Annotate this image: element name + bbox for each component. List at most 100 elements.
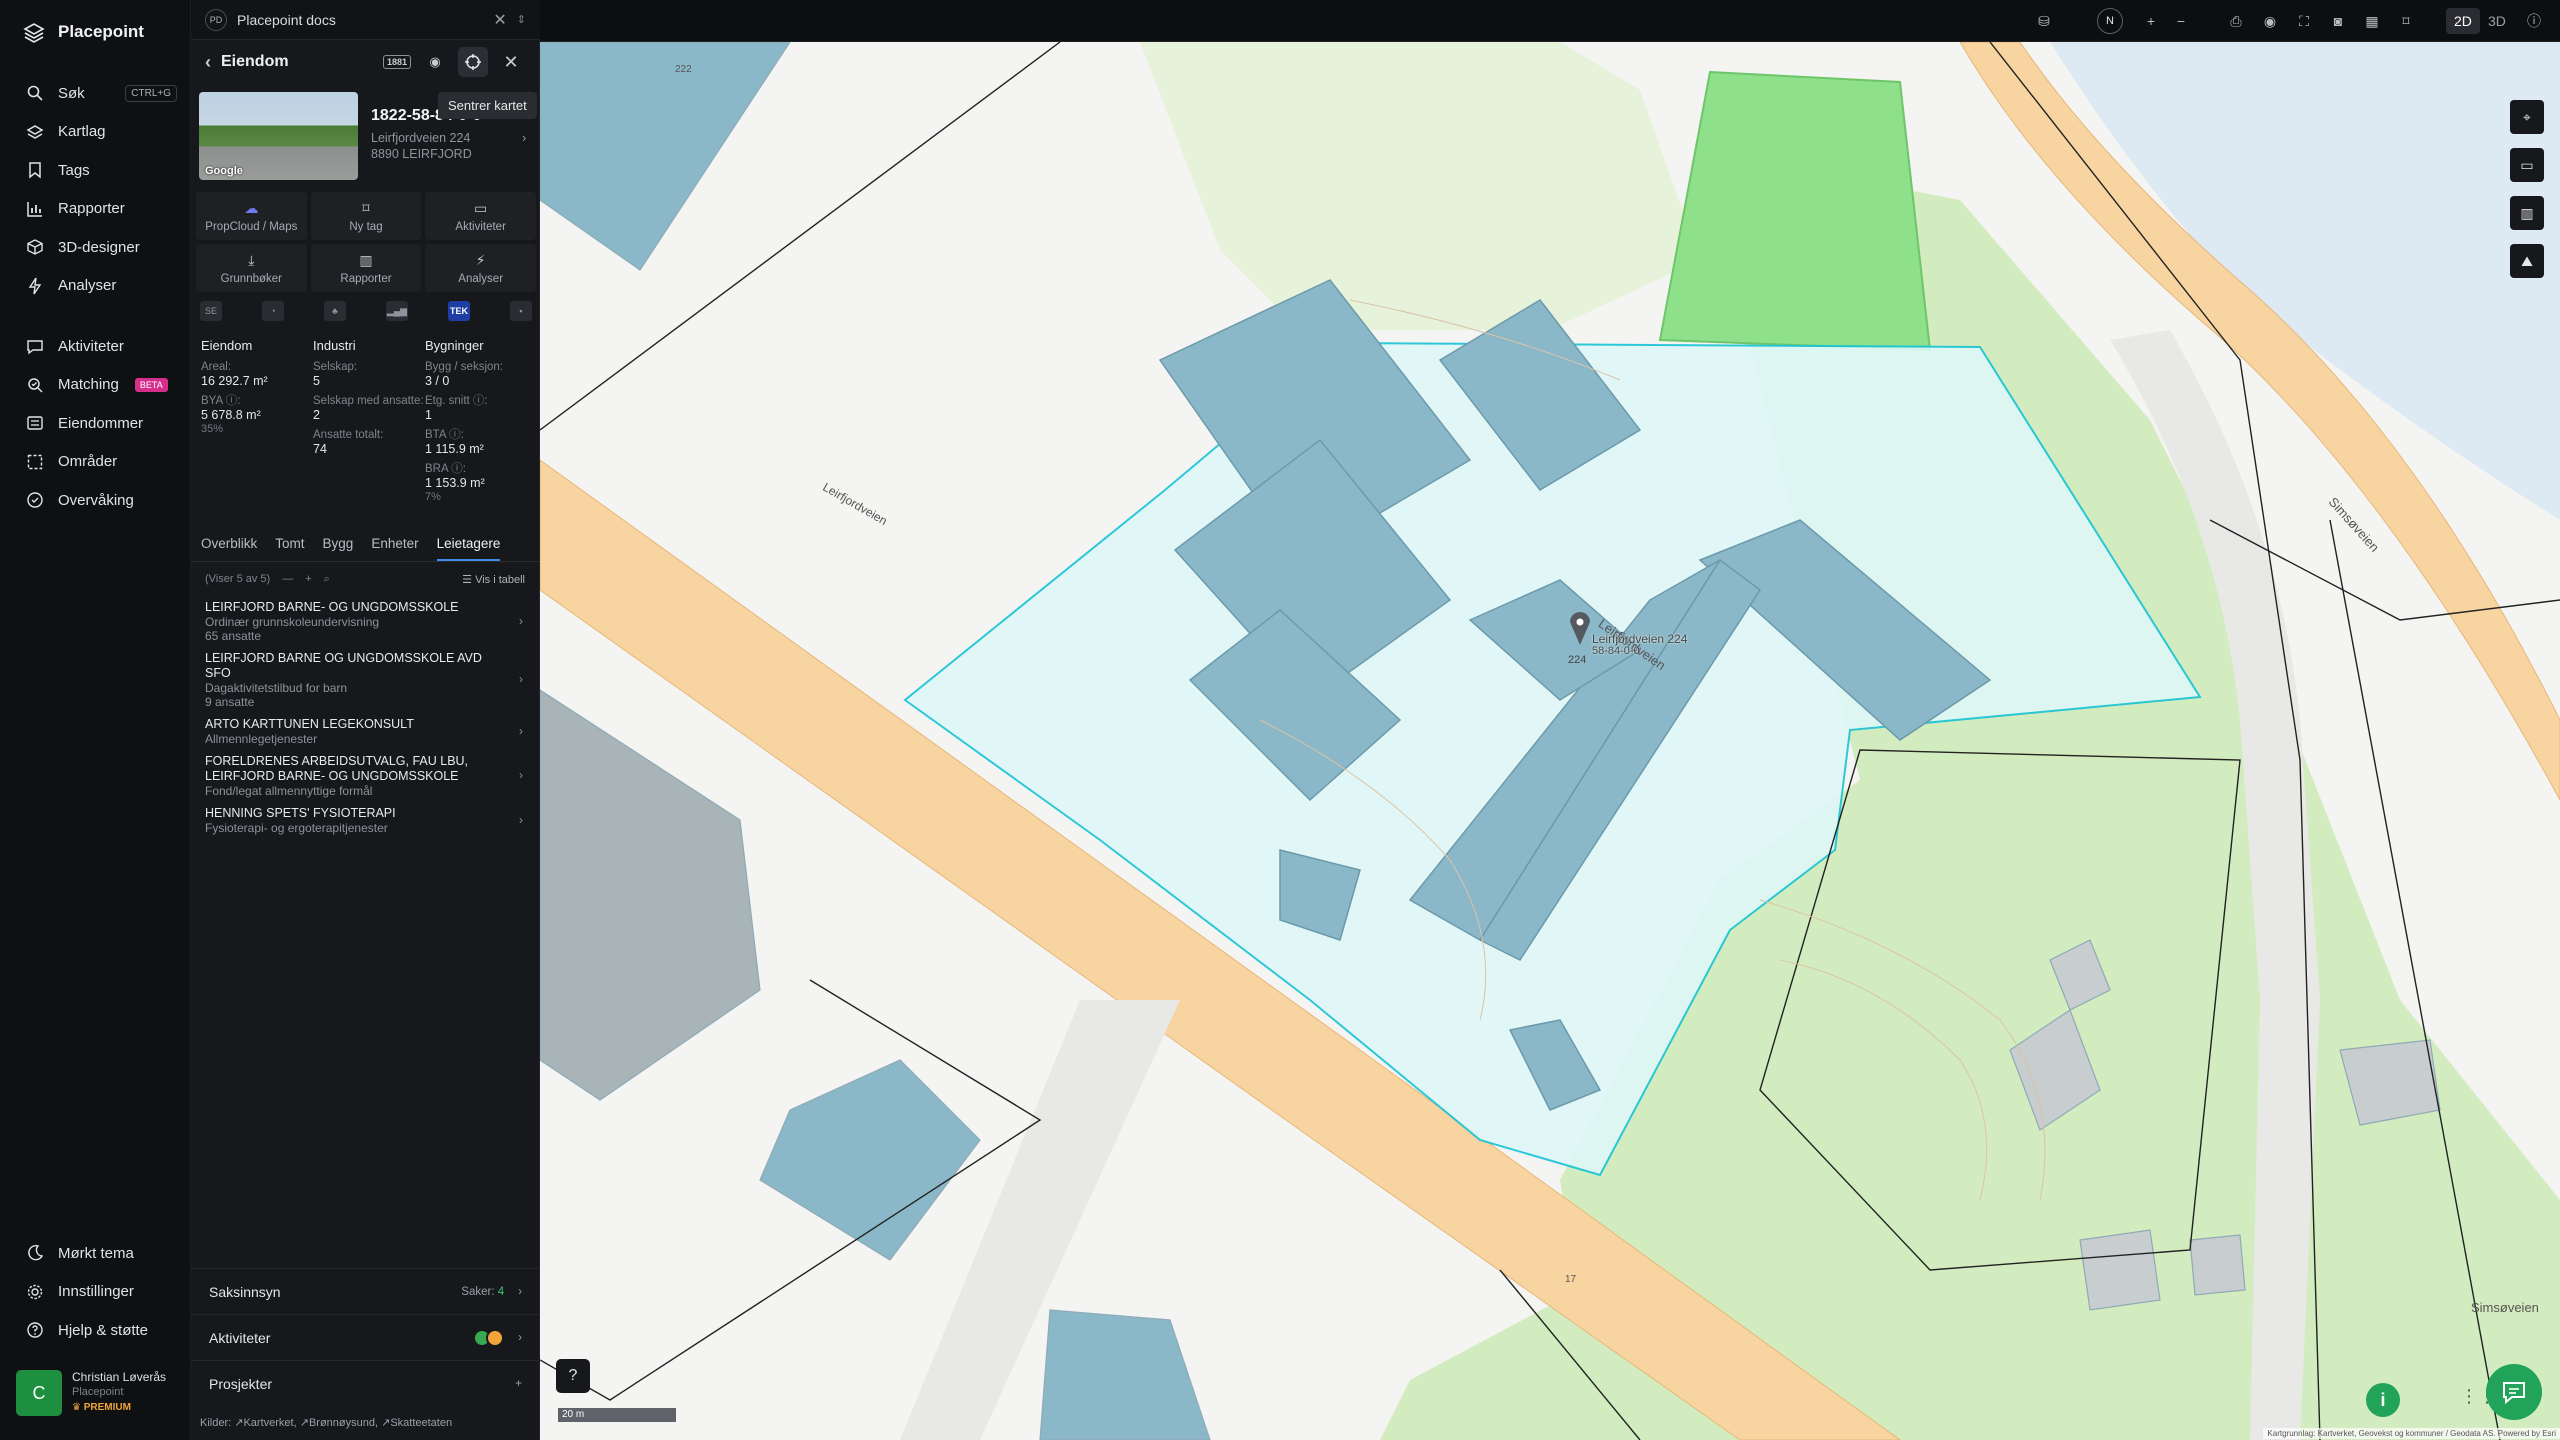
nav-item-omrader[interactable]: Områder <box>0 443 191 482</box>
building <box>540 689 761 1101</box>
docs-tab[interactable]: PD Placepoint docs ✕ ⇕ <box>191 0 540 40</box>
chat-support-button[interactable] <box>2486 1364 2542 1420</box>
elevation-icon[interactable]: ⛰ <box>2510 244 2544 278</box>
new-tag-button[interactable]: ⌑ Ny tag <box>310 192 422 240</box>
expand-icon[interactable]: ⇕ <box>517 13 526 26</box>
back-icon[interactable]: ‹ <box>205 52 211 73</box>
info-button[interactable]: i <box>2366 1383 2400 1417</box>
nav-label: Tags <box>58 161 90 179</box>
aktiviteter-section[interactable]: Aktiviteter › <box>191 1314 540 1360</box>
nav-item-eiendommer[interactable]: Eiendommer <box>0 404 191 443</box>
grid-icon[interactable]: ▦ <box>2361 10 2383 32</box>
data-source-pie-icon[interactable]: ◔ <box>262 301 284 321</box>
prosjekter-section[interactable]: Prosjekter + <box>191 1360 540 1406</box>
land-registry-button[interactable]: ⤓ Grunnbøker <box>196 244 307 292</box>
activities-button[interactable]: ▭ Aktiviteter <box>425 192 536 240</box>
stat-selskap-ansatte: Selskap med ansatte: 2 <box>313 395 425 423</box>
add-icon[interactable]: + <box>305 573 311 585</box>
layer-search-icon[interactable]: ⌖ <box>2510 100 2544 134</box>
chevron-right-icon[interactable]: › <box>522 130 526 145</box>
source-link[interactable]: ↗Skatteetaten <box>381 1417 452 1429</box>
property-address[interactable]: Leirfjordveien 224 8890 LEIRFJORD <box>371 130 472 162</box>
nav-item-rapporter[interactable]: Rapporter <box>0 190 191 229</box>
nav-item-overvaking[interactable]: Overvåking <box>0 481 191 520</box>
tab-enheter[interactable]: Enheter <box>371 530 418 561</box>
reports-button[interactable]: ▥ Rapporter <box>310 244 422 292</box>
layers-stack-icon[interactable]: ⛁ <box>2033 10 2055 32</box>
zoom-out-icon[interactable]: − <box>2170 10 2192 32</box>
tab-overblikk[interactable]: Overblikk <box>201 530 257 561</box>
nav-item-3d-designer[interactable]: 3D-designer <box>0 228 191 267</box>
bookmark-icon[interactable]: ⌑ <box>2395 10 2417 32</box>
nav-item-dark-theme[interactable]: Mørkt tema <box>0 1234 191 1273</box>
nav-item-analyser[interactable]: Analyser <box>0 267 191 306</box>
saksinnsyn-section[interactable]: Saksinnsyn Saker: 4 › <box>191 1268 540 1314</box>
nav-item-tags[interactable]: Tags <box>0 151 191 190</box>
tab-leietagere[interactable]: Leietagere <box>436 530 501 561</box>
app-root: Placepoint Søk CTRL+G Kartlag Tags Rappo… <box>0 0 2560 1440</box>
info-icon[interactable]: ⓘ <box>2523 10 2545 32</box>
address-line-1: Leirfjordveien 224 <box>371 131 471 145</box>
forest-area <box>1140 42 1700 330</box>
nav-item-help[interactable]: Hjelp & støtte <box>0 1311 191 1350</box>
stats-bygninger: Bygninger Bygg / seksjon: 3 / 0 Etg. sni… <box>425 338 535 509</box>
nav-divider <box>0 305 191 327</box>
stat-bygg: Bygg / seksjon: 3 / 0 <box>425 361 535 389</box>
map-view[interactable]: Leirfjordveien Leirfjordveien Simsøveien… <box>540 42 2560 1440</box>
list-item[interactable]: FORELDRENES ARBEIDSUTVALG, FAU LBU, LEIR… <box>205 754 527 798</box>
list-item[interactable]: ARTO KARTTUNEN LEGEKONSULT Allmennlegetj… <box>205 717 527 746</box>
nav-item-matching[interactable]: Matching BETA <box>0 366 191 405</box>
show-table-link[interactable]: ☰ Vis i tabell <box>462 573 525 586</box>
view-3d-button[interactable]: 3D <box>2480 8 2514 34</box>
stat-value: 1 153.9 m² <box>425 476 485 490</box>
close-docs-icon[interactable]: ✕ <box>493 10 506 30</box>
list-item[interactable]: LEIRFJORD BARNE OG UNGDOMSSKOLE AVD SFO … <box>205 651 527 709</box>
nav-item-kartlag[interactable]: Kartlag <box>0 113 191 152</box>
brand[interactable]: Placepoint <box>22 20 144 44</box>
center-map-button[interactable] <box>458 47 488 77</box>
eye-icon[interactable]: ◉ <box>2259 10 2281 32</box>
nav-item-sok[interactable]: Søk CTRL+G <box>0 74 191 113</box>
tab-bygg[interactable]: Bygg <box>323 530 354 561</box>
close-panel-button[interactable]: ✕ <box>496 47 526 77</box>
eye-icon[interactable]: ◉ <box>420 47 450 77</box>
propcloud-button[interactable]: ☁ PropCloud / Maps <box>196 192 307 240</box>
compass-icon[interactable]: N <box>2097 8 2123 34</box>
property-code-button[interactable]: 1881 <box>382 47 412 77</box>
list-item[interactable]: LEIRFJORD BARNE- OG UNGDOMSSKOLE Ordinær… <box>205 600 527 643</box>
collapse-icon[interactable]: — <box>282 573 293 585</box>
fullscreen-icon[interactable]: ⛶ <box>2293 10 2315 32</box>
search-icon[interactable]: ⌕ <box>324 573 330 586</box>
stat-label: BTA ⓘ: <box>425 429 464 441</box>
nav-item-settings[interactable]: Innstillinger <box>0 1273 191 1312</box>
data-source-tek-icon[interactable]: TEK <box>448 301 470 321</box>
docs-badge: PD <box>205 8 227 31</box>
street-view-photo[interactable]: Google <box>199 92 358 180</box>
list-item[interactable]: HENNING SPETS' FYSIOTERAPI Fysioterapi- … <box>205 806 527 835</box>
measure-icon[interactable]: ▭ <box>2510 148 2544 182</box>
camera-icon[interactable]: ◙ <box>2327 10 2349 32</box>
source-link[interactable]: ↗Kartverket, <box>234 1417 296 1429</box>
premium-label: PREMIUM <box>83 1402 131 1413</box>
add-icon[interactable]: + <box>515 1378 522 1390</box>
chart-icon[interactable]: ▥ <box>2510 196 2544 230</box>
chevron-right-icon: › <box>519 768 523 782</box>
main-nav: Søk CTRL+G Kartlag Tags Rapporter 3D-des… <box>0 74 191 520</box>
tab-tomt[interactable]: Tomt <box>275 530 304 561</box>
zoom-in-icon[interactable]: + <box>2140 10 2162 32</box>
print-icon[interactable]: ⎙ <box>2225 10 2247 32</box>
bolt-icon: ⚡ <box>475 251 486 268</box>
data-source-plant-icon[interactable]: ♣ <box>324 301 346 321</box>
source-link[interactable]: ↗Brønnøysund, <box>300 1417 378 1429</box>
data-source-bars-icon[interactable]: ▂▄▆ <box>386 301 408 321</box>
user-profile[interactable]: C Christian Løverås Placepoint ♛ PREMIUM <box>16 1370 182 1422</box>
sources-label: Kilder: <box>200 1417 232 1429</box>
data-source-more-icon[interactable]: ▪ <box>510 301 532 321</box>
map-help-button[interactable]: ? <box>556 1359 590 1393</box>
list-status: (Viser 5 av 5) <box>205 573 271 585</box>
data-source-se-icon[interactable]: SE <box>200 301 222 321</box>
stat-value: 1 115.9 m² <box>425 442 484 456</box>
view-2d-button[interactable]: 2D <box>2446 8 2480 34</box>
analyses-button[interactable]: ⚡ Analyser <box>425 244 536 292</box>
nav-item-aktiviteter[interactable]: Aktiviteter <box>0 327 191 366</box>
